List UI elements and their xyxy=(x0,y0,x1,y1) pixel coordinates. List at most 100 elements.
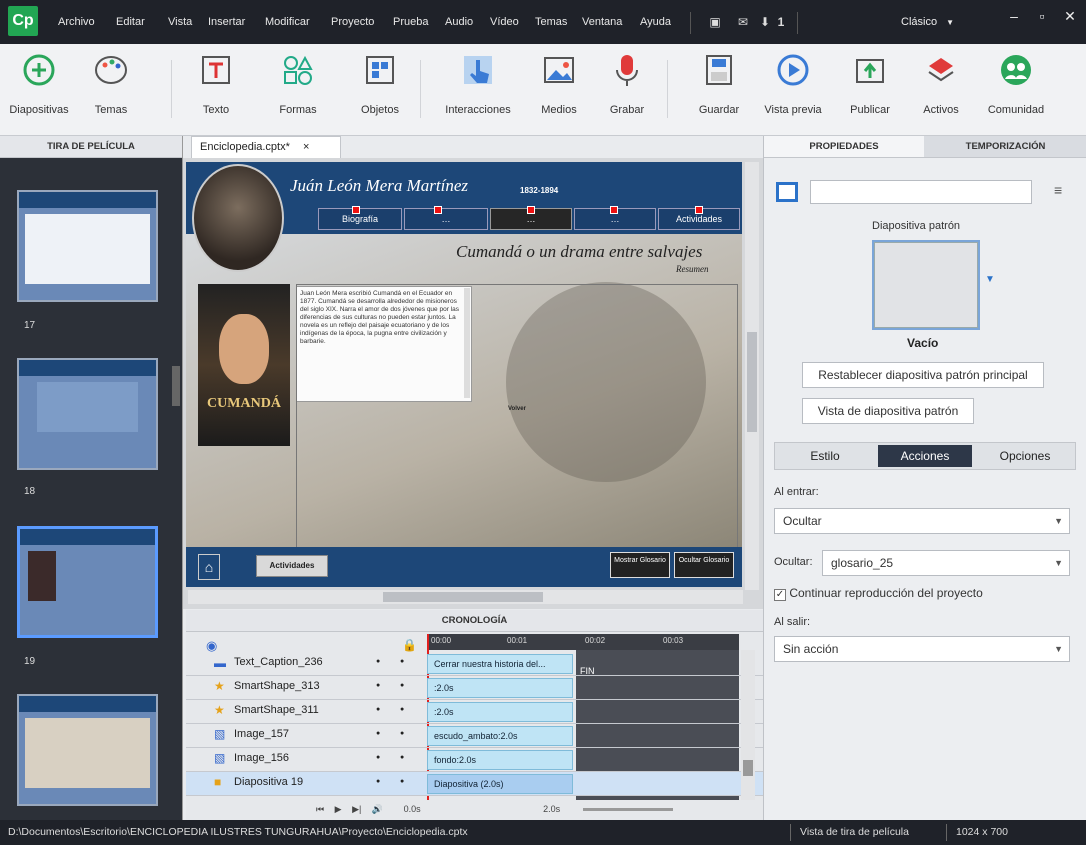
menu-insertar[interactable]: Insertar xyxy=(208,0,245,44)
visibility-dot[interactable]: ● xyxy=(376,682,380,689)
themes-tool[interactable]: Temas xyxy=(82,50,140,116)
subtab-acciones[interactable]: Acciones xyxy=(878,445,972,467)
community-tool[interactable]: Comunidad xyxy=(980,50,1052,116)
interactions-tool[interactable]: Interacciones xyxy=(434,50,522,116)
slide-thumbnail-selected[interactable] xyxy=(17,526,158,638)
slide-thumbnail[interactable] xyxy=(17,694,158,806)
checkbox-checked-icon[interactable]: ✓ xyxy=(774,589,786,601)
visibility-dot[interactable]: ● xyxy=(376,730,380,737)
lock-dot[interactable]: ● xyxy=(400,730,404,737)
zoom-slider[interactable] xyxy=(582,808,673,812)
chat-icon[interactable]: ▣ xyxy=(707,14,723,30)
menu-audio[interactable]: Audio xyxy=(445,0,473,44)
timeline-bar[interactable]: Diapositiva (2.0s) xyxy=(427,774,573,794)
show-glossary-button[interactable]: Mostrar Glosario xyxy=(610,552,670,578)
tab-timing[interactable]: TEMPORIZACIÓN xyxy=(924,136,1086,158)
timeline-bar[interactable]: escudo_ambato:2.0s xyxy=(427,726,573,746)
menu-video[interactable]: Vídeo xyxy=(490,0,519,44)
text-scrollbar[interactable] xyxy=(464,288,470,398)
menu-vista[interactable]: Vista xyxy=(168,0,192,44)
reset-master-button[interactable]: Restablecer diapositiva patrón principal xyxy=(802,362,1044,388)
save-tool[interactable]: Guardar xyxy=(694,50,744,116)
menu-ayuda[interactable]: Ayuda xyxy=(640,0,671,44)
mail-icon[interactable]: ✉ xyxy=(735,14,751,30)
rewind-icon[interactable]: ⏮ xyxy=(316,804,324,814)
visibility-dot[interactable]: ● xyxy=(376,778,380,785)
menu-archivo[interactable]: Archivo xyxy=(58,0,95,44)
timeline-row[interactable]: ★ SmartShape_311 ● ● :2.0s xyxy=(186,700,763,724)
hide-target-dropdown[interactable]: glosario_25 ▼ xyxy=(822,550,1070,576)
hide-glossary-button[interactable]: Ocultar Glosario xyxy=(674,552,734,578)
timeline-row-selected[interactable]: ■ Diapositiva 19 ● ● Diapositiva (2.0s) xyxy=(186,772,763,796)
timeline-row[interactable]: ▧ Image_156 ● ● fondo:2.0s xyxy=(186,748,763,772)
actividades-button[interactable]: Actividades xyxy=(256,555,328,577)
text-tool[interactable]: Texto xyxy=(187,50,245,116)
publish-tool[interactable]: Publicar xyxy=(840,50,900,116)
view-master-button[interactable]: Vista de diapositiva patrón xyxy=(802,398,974,424)
master-slide-preview[interactable] xyxy=(872,240,980,330)
slide-thumbnail[interactable] xyxy=(17,358,158,470)
timeline-bar[interactable]: :2.0s xyxy=(427,702,573,722)
subtab-estilo[interactable]: Estilo xyxy=(775,443,875,469)
stage-vertical-scrollbar[interactable] xyxy=(745,162,759,590)
lock-dot[interactable]: ● xyxy=(400,658,404,665)
timeline-scrollbar[interactable] xyxy=(741,650,755,800)
media-tool[interactable]: Medios xyxy=(532,50,586,116)
timeline-row[interactable]: ★ SmartShape_313 ● ● :2.0s xyxy=(186,676,763,700)
slides-tool[interactable]: Diapositivas xyxy=(2,50,76,116)
visibility-dot[interactable]: ● xyxy=(376,658,380,665)
on-enter-dropdown[interactable]: Ocultar ▼ xyxy=(774,508,1070,534)
lock-dot[interactable]: ● xyxy=(400,754,404,761)
document-tab[interactable]: Enciclopedia.cptx* × xyxy=(191,136,341,158)
slide-name-input[interactable] xyxy=(810,180,1032,204)
objects-tool[interactable]: Objetos xyxy=(350,50,410,116)
visibility-dot[interactable]: ● xyxy=(376,706,380,713)
menu-proyecto[interactable]: Proyecto xyxy=(331,0,374,44)
audio-icon[interactable]: 🔊 xyxy=(372,804,383,814)
menu-ventana[interactable]: Ventana xyxy=(582,0,622,44)
nav-button-2[interactable]: … xyxy=(404,208,488,230)
lock-dot[interactable]: ● xyxy=(400,778,404,785)
stage-horizontal-scrollbar[interactable] xyxy=(188,590,743,604)
workspace-dropdown[interactable]: Clásico ▼ xyxy=(893,11,971,33)
close-icon[interactable]: × xyxy=(303,141,309,153)
download-icon[interactable]: ⬇ xyxy=(757,14,773,30)
preview-tool[interactable]: Vista previa xyxy=(756,50,830,116)
menu-prueba[interactable]: Prueba xyxy=(393,0,428,44)
layer-name: Diapositiva 19 xyxy=(234,776,304,788)
assets-tool[interactable]: Activos xyxy=(913,50,969,116)
visibility-dot[interactable]: ● xyxy=(376,754,380,761)
record-tool[interactable]: Grabar xyxy=(604,50,650,116)
timeline-bar[interactable]: Cerrar nuestra historia del... xyxy=(427,654,573,674)
timeline-bar[interactable]: fondo:2.0s xyxy=(427,750,573,770)
timeline-row[interactable]: ▬ Text_Caption_236 ● ● Cerrar nuestra hi… xyxy=(186,652,763,676)
menu-editar[interactable]: Editar xyxy=(116,0,145,44)
minimize-button[interactable]: – xyxy=(1000,6,1028,28)
tab-properties[interactable]: PROPIEDADES xyxy=(764,136,924,158)
chevron-down-icon[interactable]: ▼ xyxy=(985,274,995,285)
slide-thumbnail[interactable] xyxy=(17,190,158,302)
menu-modificar[interactable]: Modificar xyxy=(265,0,310,44)
play-icon[interactable]: ▶ xyxy=(335,804,342,814)
lock-icon[interactable]: 🔒 xyxy=(402,638,417,652)
summary-scroll-text[interactable]: Juan León Mera escribió Cumandá en el Ec… xyxy=(296,286,472,402)
project-size: 1024 x 700 xyxy=(956,826,1008,838)
shapes-tool[interactable]: Formas xyxy=(268,50,328,116)
filmstrip-scrollbar[interactable] xyxy=(172,366,180,406)
timeline-bar[interactable]: :2.0s xyxy=(427,678,573,698)
home-icon[interactable]: ⌂ xyxy=(198,554,220,580)
on-exit-dropdown[interactable]: Sin acción ▼ xyxy=(774,636,1070,662)
subtab-opciones[interactable]: Opciones xyxy=(975,443,1075,469)
timeline-ruler[interactable]: 00:00 00:01 00:02 00:03 xyxy=(427,634,739,650)
lock-dot[interactable]: ● xyxy=(400,706,404,713)
lock-dot[interactable]: ● xyxy=(400,682,404,689)
timeline-row[interactable]: ▧ Image_157 ● ● escudo_ambato:2.0s xyxy=(186,724,763,748)
close-button[interactable]: ✕ xyxy=(1056,6,1084,28)
menu-temas[interactable]: Temas xyxy=(535,0,567,44)
slide-canvas[interactable]: Juán León Mera Martínez 1832-1894 Biogra… xyxy=(186,162,742,587)
nav-biografia-button[interactable]: Biografía xyxy=(318,208,402,230)
maximize-button[interactable]: ▫ xyxy=(1028,6,1056,28)
next-icon[interactable]: ▶| xyxy=(352,804,361,814)
continue-checkbox-row[interactable]: ✓ Continuar reproducción del proyecto xyxy=(774,586,983,601)
menu-lines-icon[interactable]: ≡ xyxy=(1054,182,1062,198)
